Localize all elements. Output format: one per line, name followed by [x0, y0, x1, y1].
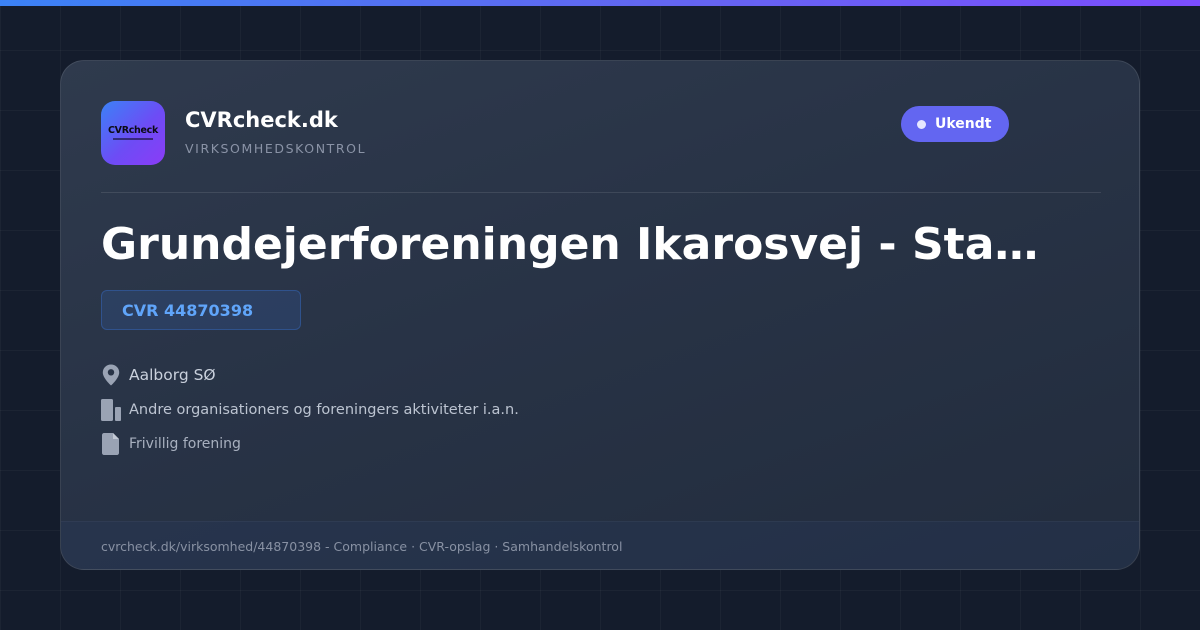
header-divider [101, 192, 1101, 193]
status-badge: Ukendt [901, 106, 1010, 142]
brand-tagline: VIRKSOMHEDSKONTROL [185, 141, 367, 156]
map-pin-icon [99, 363, 123, 387]
cvr-badge: CVR 44870398 [101, 290, 301, 330]
brand-logo-text: CVRcheck [107, 125, 159, 137]
footer-band: cvrcheck.dk/virksomhed/44870398 - Compli… [61, 521, 1139, 569]
legal-form-text: Frivillig forening [129, 436, 241, 452]
location-text: Aalborg SØ [129, 366, 216, 384]
top-accent-bar [0, 0, 1200, 6]
cvr-number: CVR 44870398 [122, 300, 254, 320]
company-name: Grundejerforeningen Ikarosvej - Stamvej [101, 219, 1081, 270]
building-icon [99, 398, 123, 422]
document-icon [99, 432, 123, 456]
status-dot-icon [917, 119, 926, 129]
brand-logo-underline [113, 137, 153, 140]
industry-row: Andre organisationers og foreningers akt… [99, 398, 519, 422]
company-card: CVRcheck CVRcheck.dk VIRKSOMHEDSKONTROL … [60, 60, 1140, 570]
location-row: Aalborg SØ [99, 363, 216, 387]
industry-text: Andre organisationers og foreningers akt… [129, 402, 519, 418]
brand-name[interactable]: CVRcheck.dk [185, 108, 338, 132]
status-label: Ukendt [935, 116, 992, 132]
brand-logo: CVRcheck [101, 101, 165, 165]
legal-form-row: Frivillig forening [99, 432, 241, 456]
footer-text: cvrcheck.dk/virksomhed/44870398 - Compli… [101, 539, 623, 554]
